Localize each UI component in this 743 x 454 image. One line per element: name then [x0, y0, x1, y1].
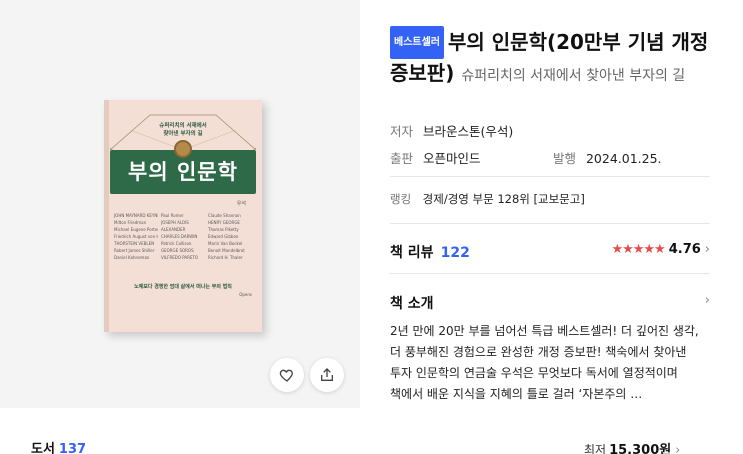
- cover-name: Thomas Piketty: [208, 227, 239, 232]
- cover-name: Richard H. Thaler: [208, 255, 243, 260]
- book-title[interactable]: 베스트셀러 부의 인문학(20만부 기념 개정증보판) 슈퍼리치의 서재에서 찾아…: [390, 26, 710, 91]
- cover-name: Milton Friedman: [114, 220, 147, 225]
- cover-name: Edward Gibbon: [208, 234, 239, 239]
- review-row[interactable]: 책 리뷰 122 ★★★★★ 4.76 ›: [390, 242, 710, 261]
- author-row: 저자 브라운스톤(우석): [390, 121, 513, 140]
- cover-name: CHARLES DARWIN: [161, 234, 198, 239]
- cover-name: Patrick Collison: [161, 241, 192, 246]
- cover-name-list: JOHN MAYNARD KEYNES Paul Romer Claude Shan…: [114, 212, 252, 261]
- publish-date-row: 발행 2024.01.25.: [553, 148, 662, 167]
- cover-medallion: [174, 140, 192, 158]
- publisher-row: 출판 오픈마인드: [390, 148, 481, 167]
- divider: [390, 273, 710, 274]
- cover-name: THORSTEIN VEBLEN: [114, 241, 155, 246]
- cover-name: Marin Van Bockel: [208, 241, 243, 246]
- category-label: 도서: [31, 442, 55, 454]
- cover-panel: 슈퍼리치의 서재에서 찾아낸 부자의 길 부의 인문학 우석 JOHN MAYN…: [0, 0, 360, 408]
- heart-icon: [279, 369, 293, 382]
- cover-name: Benoit Mandelbrot: [208, 248, 245, 253]
- cover-name: Paul Romer: [161, 213, 184, 218]
- author-label: 저자: [390, 124, 414, 139]
- rank-value[interactable]: 경제/경영 부문 128위 [교보문고]: [423, 192, 585, 206]
- cover-tagline: 슈퍼리치의 서재에서 찾아낸 부자의 길: [104, 122, 262, 138]
- cover-tagline-line1: 슈퍼리치의 서재에서: [159, 123, 207, 129]
- cover-name: JOHN MAYNARD KEYNES: [114, 213, 158, 218]
- cover-name: Michael Eugene Porter: [114, 227, 158, 232]
- cover-name: Claude Shannon: [208, 213, 241, 218]
- book-subtitle: 슈퍼리치의 서재에서 찾아낸 부자의 길: [461, 68, 686, 84]
- date-label: 발행: [553, 151, 577, 166]
- cover-name: GEORGE SOROS: [161, 248, 194, 253]
- lowest-price-link[interactable]: 최저 15,300원 ›: [584, 439, 680, 454]
- chevron-right-icon: ›: [675, 443, 681, 454]
- intro-header[interactable]: 책 소개 ›: [390, 293, 710, 313]
- divider: [390, 223, 710, 224]
- intro-text[interactable]: 2년 만에 20만 부를 넘어선 특급 베스트셀러! 더 깊어진 생각, 더 풍…: [390, 321, 703, 405]
- review-count: 122: [440, 245, 470, 261]
- rating-stars-icon: ★★★★★: [611, 242, 665, 257]
- book-cover-image[interactable]: 슈퍼리치의 서재에서 찾아낸 부자의 길 부의 인문학 우석 JOHN MAYN…: [104, 100, 262, 332]
- rank-label: 랭킹: [390, 192, 412, 206]
- chevron-right-icon: ›: [704, 293, 710, 308]
- cover-publisher-mark: Opens: [239, 292, 252, 297]
- rating-score: 4.76: [668, 242, 701, 257]
- cover-name: Robert James Shiller: [114, 248, 155, 253]
- publisher-value[interactable]: 오픈마인드: [423, 151, 481, 166]
- share-button[interactable]: [310, 358, 344, 392]
- cover-name: VILFREDO PARETO: [161, 255, 199, 260]
- cover-name: Friedrich August von Hayek: [114, 234, 158, 239]
- publisher-label: 출판: [390, 151, 414, 166]
- review-title: 책 리뷰: [390, 245, 434, 261]
- rank-row: 랭킹 경제/경영 부문 128위 [교보문고]: [390, 191, 585, 207]
- like-button[interactable]: [270, 358, 304, 392]
- cover-author: 우석: [236, 201, 246, 207]
- price-prefix: 최저: [584, 443, 607, 454]
- price-value: 15,300원: [609, 443, 672, 454]
- cover-name: JOSEPH ALOIS: [161, 220, 189, 225]
- category-count: 137: [58, 442, 87, 454]
- bestseller-badge: 베스트셀러: [390, 26, 444, 59]
- category-tab[interactable]: 도서 137: [31, 438, 86, 454]
- cover-bottom-line: 노예보다 경쟁한 엄대 삶에서 떠나는 부의 법칙: [134, 284, 232, 290]
- cover-name: ALEXANDER: [161, 227, 186, 232]
- review-rating: ★★★★★ 4.76 ›: [611, 242, 710, 257]
- divider: [390, 176, 710, 177]
- cover-tagline-line2: 찾아낸 부자의 길: [163, 131, 203, 137]
- cover-name: HENRY GEORGE: [208, 220, 240, 225]
- bottom-bar: 도서 137 최저 15,300원 ›: [0, 408, 743, 454]
- title-block: 베스트셀러 부의 인문학(20만부 기념 개정증보판) 슈퍼리치의 서재에서 찾아…: [390, 26, 710, 91]
- date-value: 2024.01.25.: [585, 151, 662, 166]
- share-icon: [321, 368, 333, 381]
- cover-name: Daniel Kahneman: [114, 255, 150, 260]
- chevron-right-icon: ›: [704, 242, 710, 257]
- author-value[interactable]: 브라운스톤(우석): [423, 124, 513, 139]
- intro-title: 책 소개: [390, 296, 434, 312]
